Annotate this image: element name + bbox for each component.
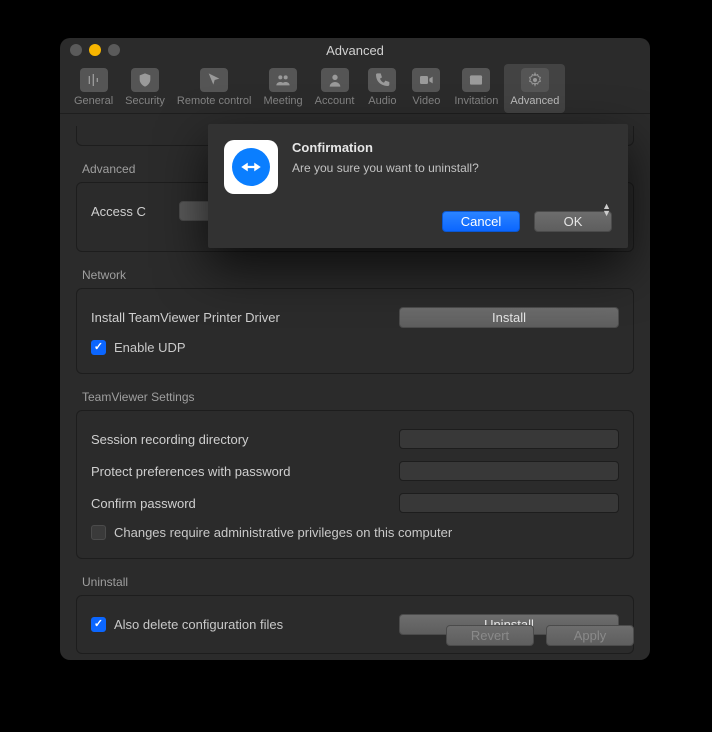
dialog-body: Confirmation Are you sure you want to un… — [292, 140, 612, 232]
tab-label: Audio — [368, 95, 396, 107]
tab-label: Advanced — [510, 95, 559, 107]
protect-pw-input[interactable] — [399, 461, 619, 481]
prefs-toolbar: General Security Remote control Meeting … — [60, 62, 650, 114]
tab-label: Security — [125, 95, 165, 107]
group-icon — [269, 68, 297, 92]
confirmation-dialog: Confirmation Are you sure you want to un… — [208, 124, 628, 248]
protect-pw-label: Protect preferences with password — [91, 464, 290, 479]
tab-account[interactable]: Account — [309, 64, 361, 113]
footer-buttons: Revert Apply — [446, 625, 634, 646]
apply-button[interactable]: Apply — [546, 625, 634, 646]
session-dir-label: Session recording directory — [91, 432, 249, 447]
tab-label: Meeting — [263, 95, 302, 107]
admin-req-checkbox[interactable] — [91, 525, 106, 540]
admin-req-label: Changes require administrative privilege… — [114, 525, 452, 540]
user-icon — [321, 68, 349, 92]
confirm-pw-input[interactable] — [399, 493, 619, 513]
tab-audio[interactable]: Audio — [360, 64, 404, 113]
chevron-updown-icon: ▲▼ — [602, 203, 611, 217]
ok-button[interactable]: OK — [534, 211, 612, 232]
window-title: Advanced — [60, 43, 650, 58]
titlebar: Advanced — [60, 38, 650, 62]
tab-label: General — [74, 95, 113, 107]
group-network: Network Install TeamViewer Printer Drive… — [76, 268, 634, 374]
tab-label: Invitation — [454, 95, 498, 107]
delete-config-row[interactable]: Also delete configuration files — [91, 617, 283, 632]
tab-meeting[interactable]: Meeting — [257, 64, 308, 113]
tab-video[interactable]: Video — [404, 64, 448, 113]
shield-icon — [131, 68, 159, 92]
dialog-title: Confirmation — [292, 140, 612, 155]
gear-icon — [521, 68, 549, 92]
enable-udp-row[interactable]: Enable UDP — [91, 334, 619, 361]
phone-icon — [368, 68, 396, 92]
enable-udp-label: Enable UDP — [114, 340, 186, 355]
cancel-button[interactable]: Cancel — [442, 211, 520, 232]
delete-config-checkbox[interactable] — [91, 617, 106, 632]
install-driver-label: Install TeamViewer Printer Driver — [91, 310, 280, 325]
sliders-icon — [80, 68, 108, 92]
revert-button[interactable]: Revert — [446, 625, 534, 646]
confirm-pw-label: Confirm password — [91, 496, 196, 511]
install-button[interactable]: Install — [399, 307, 619, 328]
panel-network: Install TeamViewer Printer Driver Instal… — [76, 288, 634, 374]
delete-config-label: Also delete configuration files — [114, 617, 283, 632]
admin-req-row[interactable]: Changes require administrative privilege… — [91, 519, 619, 546]
camera-icon — [412, 68, 440, 92]
group-title: Uninstall — [76, 575, 634, 589]
tab-label: Remote control — [177, 95, 252, 107]
group-title: Network — [76, 268, 634, 282]
group-title: TeamViewer Settings — [76, 390, 634, 404]
tab-general[interactable]: General — [68, 64, 119, 113]
tab-security[interactable]: Security — [119, 64, 171, 113]
panel-tv-settings: Session recording directory Protect pref… — [76, 410, 634, 559]
tab-label: Account — [315, 95, 355, 107]
group-tv-settings: TeamViewer Settings Session recording di… — [76, 390, 634, 559]
tab-remote-control[interactable]: Remote control — [171, 64, 258, 113]
teamviewer-logo-icon — [232, 148, 270, 186]
dialog-message: Are you sure you want to uninstall? — [292, 161, 612, 175]
tab-advanced[interactable]: Advanced — [504, 64, 565, 113]
cursor-icon — [200, 68, 228, 92]
envelope-icon — [462, 68, 490, 92]
session-dir-input[interactable] — [399, 429, 619, 449]
app-icon — [224, 140, 278, 194]
dialog-buttons: Cancel OK — [292, 211, 612, 232]
access-control-label: Access C — [91, 204, 146, 219]
tab-label: Video — [412, 95, 440, 107]
enable-udp-checkbox[interactable] — [91, 340, 106, 355]
tab-invitation[interactable]: Invitation — [448, 64, 504, 113]
